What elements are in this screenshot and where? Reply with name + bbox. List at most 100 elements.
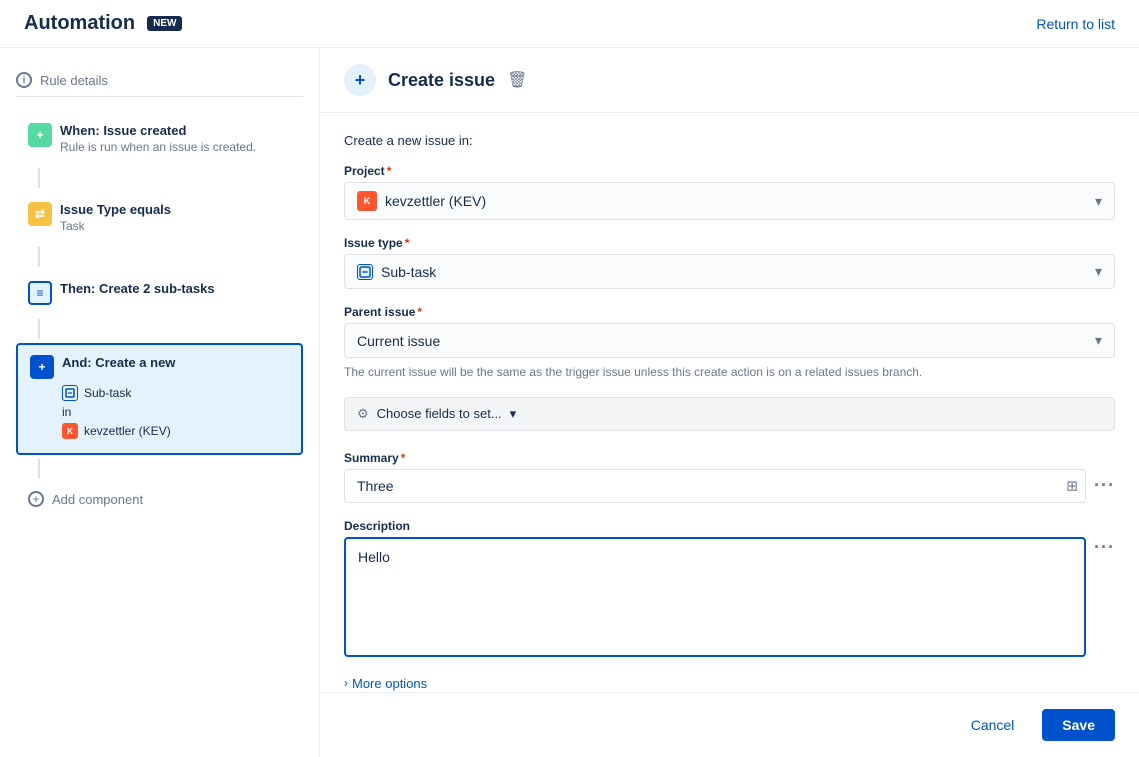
sub-item-in-row: in <box>62 405 289 419</box>
sidebar-item-title: When: Issue created <box>60 123 291 138</box>
sidebar-item-title: Then: Create 2 sub-tasks <box>60 281 291 296</box>
description-wrap: Hello <box>344 537 1086 660</box>
issue-type-value-text: Sub-task <box>381 264 436 280</box>
sub-item-in-text: in <box>62 405 71 419</box>
gear-icon: ⚙ <box>357 406 369 422</box>
and-icon: + <box>30 355 54 379</box>
summary-input-wrap: ⊞ <box>344 469 1086 503</box>
project-value-text: kevzettler (KEV) <box>385 193 486 209</box>
parent-issue-value-text: Current issue <box>357 333 440 349</box>
issue-type-field-label: Issue type * <box>344 236 1115 250</box>
sidebar-item-header: + When: Issue created Rule is run when a… <box>28 123 291 154</box>
sidebar-item-subtitle: Rule is run when an issue is created. <box>60 140 291 154</box>
app-title: Automation <box>24 12 135 35</box>
sub-item-project-icon: K <box>62 423 78 439</box>
new-badge: NEW <box>147 16 182 31</box>
summary-input-icon-button[interactable]: ⊞ <box>1066 477 1078 494</box>
connector-line-4 <box>38 459 40 479</box>
description-field-group: Description Hello ··· <box>344 519 1115 660</box>
return-to-list-link[interactable]: Return to list <box>1036 16 1115 32</box>
cancel-button[interactable]: Cancel <box>955 709 1031 741</box>
choose-fields-chevron-icon: ▾ <box>510 406 517 422</box>
issue-type-icon: ⇄ <box>28 202 52 226</box>
summary-field-group: Summary * ⊞ ··· <box>344 451 1115 503</box>
delete-icon[interactable]: 🗑 <box>507 70 527 90</box>
sidebar-item-text: And: Create a new <box>62 355 289 370</box>
sidebar-item-text: Then: Create 2 sub-tasks <box>60 281 291 296</box>
summary-required-star: * <box>401 451 406 465</box>
issue-type-select-value: Sub-task <box>357 264 436 280</box>
more-options-chevron-icon: › <box>344 676 348 690</box>
parent-required-star: * <box>417 305 422 319</box>
connector-line-1 <box>38 168 40 188</box>
project-chevron-icon: ▾ <box>1095 193 1102 210</box>
header-left: Automation NEW <box>24 12 182 35</box>
sidebar-item-text: When: Issue created Rule is run when an … <box>60 123 291 154</box>
description-row: Hello ··· <box>344 537 1115 660</box>
choose-fields-button[interactable]: ⚙ Choose fields to set... ▾ <box>344 397 1115 431</box>
sub-item-project-text: kevzettler (KEV) <box>84 424 171 438</box>
issue-type-select[interactable]: Sub-task ▾ <box>344 254 1115 289</box>
panel-footer: Cancel Save <box>320 692 1139 757</box>
issue-type-field-group: Issue type * Sub-task ▾ <box>344 236 1115 289</box>
description-ellipsis-button[interactable]: ··· <box>1094 537 1115 558</box>
choose-fields-label: Choose fields to set... <box>377 406 502 421</box>
description-textarea[interactable]: Hello <box>344 537 1086 657</box>
project-required-star: * <box>387 164 392 178</box>
summary-input[interactable] <box>344 469 1086 503</box>
summary-row: ⊞ ··· <box>344 469 1115 503</box>
sidebar-rule-details[interactable]: i Rule details <box>16 64 303 97</box>
sidebar-item-and-create-new[interactable]: + And: Create a new Sub-task in <box>16 343 303 455</box>
sidebar-item-text: Issue Type equals Task <box>60 202 291 233</box>
description-field-label: Description <box>344 519 1115 533</box>
sidebar: i Rule details + When: Issue created Rul… <box>0 48 320 757</box>
issue-type-chevron-icon: ▾ <box>1095 263 1102 280</box>
sidebar-item-when-issue-created[interactable]: + When: Issue created Rule is run when a… <box>16 113 303 164</box>
project-select-value: K kevzettler (KEV) <box>357 191 486 211</box>
project-icon: K <box>357 191 377 211</box>
sidebar-sub-items: Sub-task in K kevzettler (KEV) <box>30 385 289 439</box>
project-select[interactable]: K kevzettler (KEV) ▾ <box>344 182 1115 220</box>
connector-line-2 <box>38 247 40 267</box>
sidebar-item-issue-type-equals[interactable]: ⇄ Issue Type equals Task <box>16 192 303 243</box>
panel-content: Create a new issue in: Project * K kevze… <box>320 113 1139 692</box>
panel-title: Create issue <box>388 70 495 91</box>
parent-issue-select[interactable]: Current issue ▾ <box>344 323 1115 358</box>
section-label: Create a new issue in: <box>344 133 1115 148</box>
panel-add-button[interactable]: + <box>344 64 376 96</box>
parent-issue-field-group: Parent issue * Current issue ▾ The curre… <box>344 305 1115 381</box>
more-options-label: More options <box>352 676 427 691</box>
sub-item-type-text: Sub-task <box>84 386 131 400</box>
more-options-button[interactable]: › More options <box>344 676 1115 691</box>
sidebar-item-header: ≡ Then: Create 2 sub-tasks <box>28 281 291 305</box>
sidebar-item-header: ⇄ Issue Type equals Task <box>28 202 291 233</box>
summary-field-label: Summary * <box>344 451 1115 465</box>
app-header: Automation NEW Return to list <box>0 0 1139 48</box>
when-icon: + <box>28 123 52 147</box>
add-component-button[interactable]: + Add component <box>16 483 303 515</box>
sidebar-item-header: + And: Create a new <box>30 355 289 379</box>
sub-item-type-row: Sub-task <box>62 385 289 401</box>
sidebar-item-subtitle: Task <box>60 219 291 233</box>
sidebar-item-then-create-subtasks[interactable]: ≡ Then: Create 2 sub-tasks <box>16 271 303 315</box>
add-component-label: Add component <box>52 492 143 507</box>
save-button[interactable]: Save <box>1042 709 1115 741</box>
parent-issue-select-value: Current issue <box>357 333 440 349</box>
project-field-group: Project * K kevzettler (KEV) ▾ <box>344 164 1115 220</box>
info-icon: i <box>16 72 32 88</box>
sub-item-project-row: K kevzettler (KEV) <box>62 423 289 439</box>
main-content: i Rule details + When: Issue created Rul… <box>0 48 1139 757</box>
add-circle-icon: + <box>28 491 44 507</box>
issue-type-required-star: * <box>405 236 410 250</box>
parent-issue-chevron-icon: ▾ <box>1095 332 1102 349</box>
parent-issue-field-label: Parent issue * <box>344 305 1115 319</box>
sidebar-item-title: Issue Type equals <box>60 202 291 217</box>
panel-header: + Create issue 🗑 <box>320 48 1139 113</box>
sidebar-item-title: And: Create a new <box>62 355 289 370</box>
issue-type-icon <box>357 264 373 280</box>
right-panel: + Create issue 🗑 Create a new issue in: … <box>320 48 1139 757</box>
then-icon: ≡ <box>28 281 52 305</box>
project-field-label: Project * <box>344 164 1115 178</box>
summary-ellipsis-button[interactable]: ··· <box>1094 475 1115 496</box>
parent-issue-info-text: The current issue will be the same as th… <box>344 364 1115 381</box>
